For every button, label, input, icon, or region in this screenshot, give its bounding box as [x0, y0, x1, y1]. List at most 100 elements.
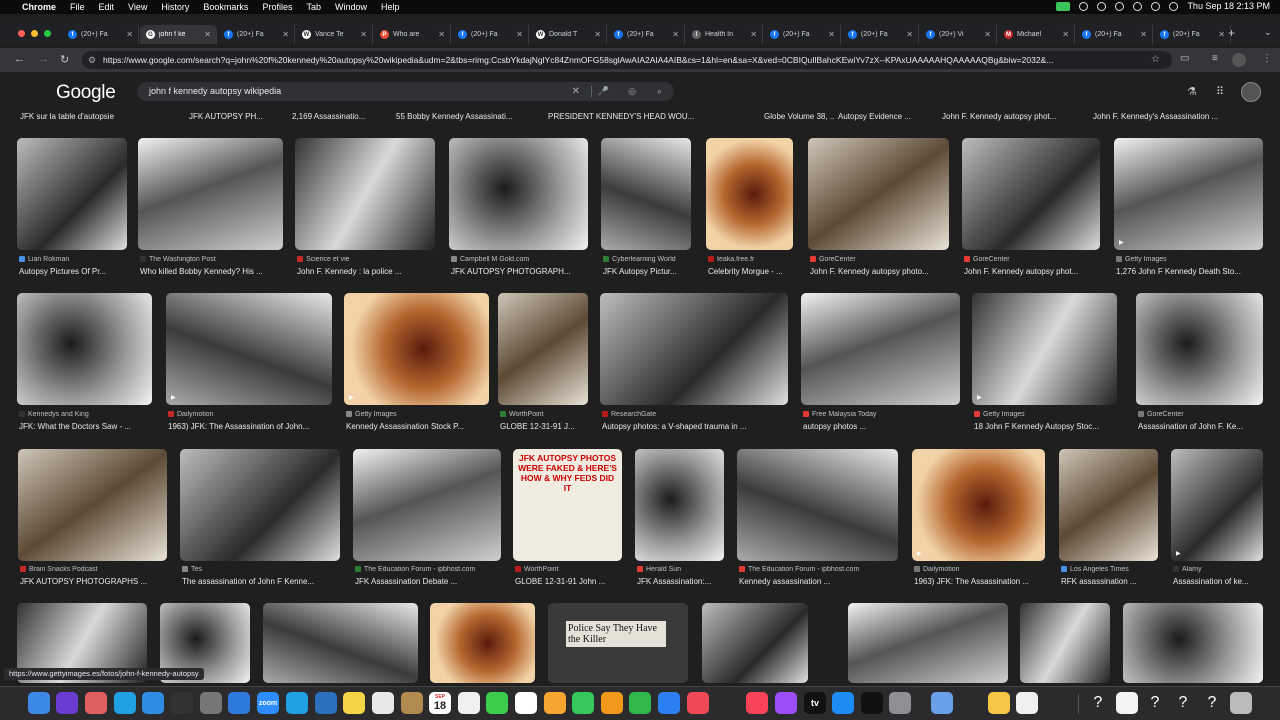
tab-close-icon[interactable]: ✕	[984, 30, 991, 39]
result-caption[interactable]: JFK Assassination Debate ...	[355, 577, 517, 589]
result-caption[interactable]: RFK assassination ...	[1061, 577, 1174, 589]
result-source[interactable]: Getty Images	[974, 411, 1129, 421]
mail-icon[interactable]	[228, 692, 250, 714]
search-icon[interactable]	[1151, 1, 1161, 11]
tab-close-icon[interactable]: ✕	[126, 30, 133, 39]
result-caption[interactable]: Autopsy Evidence ...	[838, 112, 938, 124]
skype-alt-icon[interactable]	[286, 692, 308, 714]
profile-avatar[interactable]	[1232, 53, 1246, 67]
site-info-icon[interactable]: ⚙	[88, 51, 96, 69]
apps-grid-icon[interactable]: ⠿	[1216, 85, 1224, 98]
result-caption[interactable]: Celebrity Morgue - ...	[708, 267, 809, 279]
preview-icon[interactable]	[931, 692, 953, 714]
result-caption[interactable]: 18 John F Kennedy Autopsy Stoc...	[974, 422, 1133, 434]
result-caption[interactable]: JFK Assassination:...	[637, 577, 740, 589]
result-thumbnail[interactable]	[18, 449, 167, 561]
tab-8[interactable]: ! Health In ✕	[686, 25, 763, 44]
tab-11[interactable]: f (20+) Vi ✕	[920, 25, 997, 44]
menubar-clock[interactable]: Thu Sep 18 2:13 PM	[1187, 1, 1270, 11]
finder-icon[interactable]	[28, 692, 50, 714]
tab-10[interactable]: f (20+) Fa ✕	[842, 25, 919, 44]
tab-search-chevron-icon[interactable]: ⌄	[1264, 27, 1272, 38]
result-caption[interactable]: 2,169 Assassinatio...	[292, 112, 390, 124]
reload-icon[interactable]: ↻	[60, 53, 69, 66]
google-logo[interactable]: Google	[56, 82, 116, 104]
result-source[interactable]: Alamy	[1173, 566, 1275, 576]
battery-icon[interactable]	[1097, 1, 1107, 11]
news-icon[interactable]	[687, 692, 709, 714]
close-window-icon[interactable]	[18, 30, 25, 37]
reminders-icon[interactable]	[515, 692, 537, 714]
result-thumbnail[interactable]: ▶	[344, 293, 489, 405]
tab-close-icon[interactable]: ✕	[516, 30, 523, 39]
result-source[interactable]: Cyberlearning World	[603, 256, 703, 266]
tab-5[interactable]: f (20+) Fa ✕	[452, 25, 529, 44]
result-thumbnail[interactable]	[962, 138, 1100, 250]
bluetooth-icon[interactable]	[1079, 1, 1089, 11]
result-thumbnail[interactable]	[848, 603, 1008, 683]
result-thumbnail[interactable]	[498, 293, 588, 405]
result-source[interactable]: GoreCenter	[810, 256, 961, 266]
result-caption[interactable]: autopsy photos ...	[803, 422, 976, 434]
result-caption[interactable]: 1963) JFK: The Assassination ...	[914, 577, 1061, 589]
photos-icon[interactable]	[544, 692, 566, 714]
tab-13[interactable]: f (20+) Fa ✕	[1076, 25, 1153, 44]
zoom-window-icon[interactable]	[44, 30, 51, 37]
result-source[interactable]: WorthPoint	[515, 566, 634, 576]
search-submit-icon[interactable]: ⌕	[657, 82, 662, 101]
freeform-icon[interactable]	[458, 692, 480, 714]
result-thumbnail[interactable]	[601, 138, 691, 250]
facetime-icon[interactable]	[572, 692, 594, 714]
tab-9[interactable]: f (20+) Fa ✕	[764, 25, 841, 44]
result-caption[interactable]: John F. Kennedy autopsy phot...	[964, 267, 1116, 279]
menu-dots-icon[interactable]: ⋮	[1262, 53, 1272, 64]
tab-close-icon[interactable]: ✕	[438, 30, 445, 39]
tab-close-icon[interactable]: ✕	[204, 30, 211, 39]
result-source[interactable]: Free Malaysia Today	[803, 411, 972, 421]
safari-icon[interactable]	[142, 692, 164, 714]
result-caption[interactable]: John F. Kennedy's Assassination ...	[1093, 112, 1263, 124]
result-source[interactable]: Getty Images	[1116, 256, 1275, 266]
result-thumbnail[interactable]	[808, 138, 949, 250]
result-thumbnail[interactable]	[1123, 603, 1263, 683]
menu-view[interactable]: View	[128, 2, 147, 12]
tab-14[interactable]: f (20+) Fa ✕	[1154, 25, 1231, 44]
result-caption[interactable]: JFK: What the Doctors Saw - ...	[19, 422, 168, 434]
folder-icon[interactable]	[401, 692, 423, 714]
tab-close-icon[interactable]: ✕	[750, 30, 757, 39]
result-thumbnail[interactable]: ▶	[1114, 138, 1263, 250]
forward-icon[interactable]: →	[38, 53, 49, 65]
result-caption[interactable]: JFK AUTOPSY PHOTOGRAPHS ...	[20, 577, 183, 589]
result-thumbnail[interactable]	[1020, 603, 1110, 683]
result-caption[interactable]: JFK sur la table d'autopsie	[20, 112, 180, 124]
result-caption[interactable]: PRESIDENT KENNEDY'S HEAD WOU...	[548, 112, 758, 124]
new-tab-icon[interactable]: +	[1228, 26, 1235, 40]
tab-4[interactable]: P Who are ✕	[374, 25, 451, 44]
minimize-window-icon[interactable]	[31, 30, 38, 37]
result-thumbnail[interactable]	[706, 138, 793, 250]
wifi-icon[interactable]	[1133, 1, 1143, 11]
facetime-icon[interactable]	[1056, 1, 1071, 11]
messages-icon[interactable]	[486, 692, 508, 714]
calendar-icon[interactable]: SEP 18	[429, 692, 451, 714]
quicktime-icon[interactable]	[315, 692, 337, 714]
result-caption[interactable]: Globe Volume 38, ...	[764, 112, 834, 124]
notes-icon[interactable]	[343, 692, 365, 714]
result-source[interactable]: Science et vie	[297, 256, 447, 266]
activity-monitor-icon[interactable]	[171, 692, 193, 714]
app-menu[interactable]: Chrome	[22, 2, 56, 12]
zoom-icon[interactable]: zoom	[257, 692, 279, 714]
menu-help[interactable]: Help	[381, 2, 400, 12]
cast-icon[interactable]: ▭	[1180, 53, 1189, 64]
result-source[interactable]: Dailymotion	[914, 566, 1057, 576]
control-center-icon[interactable]	[1169, 1, 1179, 11]
result-source[interactable]: Kennedys and King	[19, 411, 164, 421]
file-icon[interactable]	[1116, 692, 1138, 714]
music-icon[interactable]	[746, 692, 768, 714]
pages-icon[interactable]	[601, 692, 623, 714]
result-thumbnail[interactable]	[138, 138, 283, 250]
numbers-icon[interactable]	[629, 692, 651, 714]
clear-search-icon[interactable]: ✕	[572, 82, 580, 101]
help-icon-3[interactable]: ?	[1172, 692, 1194, 714]
address-bar[interactable]: ⚙ https://www.google.com/search?q=john%2…	[82, 51, 1172, 69]
